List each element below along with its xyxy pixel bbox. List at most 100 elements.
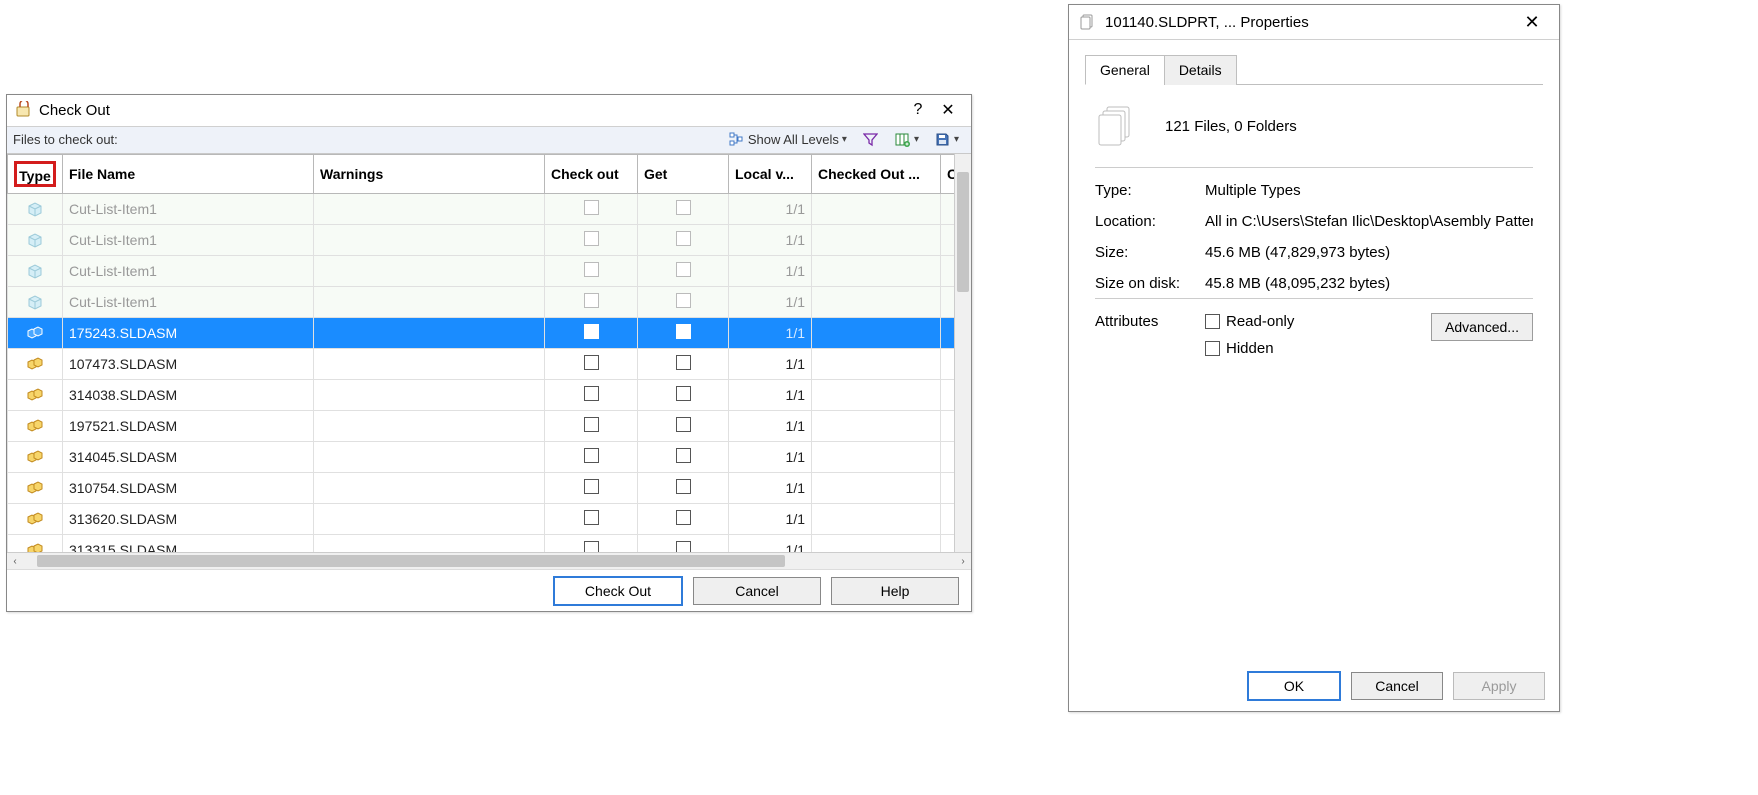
show-all-levels-dropdown[interactable]: Show All Levels ▾ <box>723 130 853 150</box>
get-checkbox[interactable] <box>676 231 691 246</box>
cancel-button[interactable]: Cancel <box>693 577 821 605</box>
close-button[interactable]: ✕ <box>933 96 963 124</box>
readonly-checkbox[interactable] <box>1205 314 1220 329</box>
table-row[interactable]: 313315.SLDASM1/1 <box>8 534 972 552</box>
part-icon <box>25 261 45 281</box>
warnings-cell <box>314 286 545 317</box>
size-on-disk-label: Size on disk: <box>1095 275 1205 292</box>
checkout-checkbox[interactable] <box>584 200 599 215</box>
warnings-cell <box>314 193 545 224</box>
get-checkbox[interactable] <box>676 262 691 277</box>
warnings-cell <box>314 255 545 286</box>
advanced-button[interactable]: Advanced... <box>1431 313 1533 341</box>
checkout-checkbox[interactable] <box>584 417 599 432</box>
help-button[interactable]: ? <box>903 96 933 124</box>
cancel-button[interactable]: Cancel <box>1351 672 1443 700</box>
table-row[interactable]: Cut-List-Item11/1 <box>8 193 972 224</box>
help-button[interactable]: Help <box>831 577 959 605</box>
local-version-cell: 1/1 <box>729 503 812 534</box>
table-row[interactable]: 175243.SLDASM1/1 <box>8 317 972 348</box>
assembly-icon <box>25 385 45 405</box>
table-row[interactable]: 314038.SLDASM1/1 <box>8 379 972 410</box>
table-row[interactable]: Cut-List-Item11/1 <box>8 224 972 255</box>
horizontal-scrollbar[interactable]: ‹ › <box>7 552 971 569</box>
table-row[interactable]: 314045.SLDASM1/1 <box>8 441 972 472</box>
checkout-checkbox[interactable] <box>584 324 599 339</box>
get-checkbox[interactable] <box>676 479 691 494</box>
warnings-cell <box>314 348 545 379</box>
chevron-down-icon: ▾ <box>954 134 959 145</box>
table-row[interactable]: 310754.SLDASM1/1 <box>8 472 972 503</box>
table-row[interactable]: Cut-List-Item11/1 <box>8 255 972 286</box>
tab-details[interactable]: Details <box>1164 55 1237 85</box>
checkout-checkbox[interactable] <box>584 262 599 277</box>
col-checkout-header[interactable]: Check out <box>545 154 638 193</box>
col-checkedoutby-header[interactable]: Checked Out ... <box>812 154 941 193</box>
properties-title: 101140.SLDPRT, ... Properties <box>1105 14 1309 31</box>
scroll-left-button[interactable]: ‹ <box>7 556 23 567</box>
local-version-cell: 1/1 <box>729 255 812 286</box>
warnings-cell <box>314 224 545 255</box>
properties-tabs: General Details <box>1085 54 1543 85</box>
checkout-checkbox[interactable] <box>584 510 599 525</box>
table-row[interactable]: 313620.SLDASM1/1 <box>8 503 972 534</box>
checkout-checkbox[interactable] <box>584 386 599 401</box>
get-checkbox[interactable] <box>676 293 691 308</box>
local-version-cell: 1/1 <box>729 317 812 348</box>
checkout-checkbox[interactable] <box>584 355 599 370</box>
col-filename-header[interactable]: File Name <box>63 154 314 193</box>
checkout-button[interactable]: Check Out <box>553 576 683 606</box>
col-warnings-header[interactable]: Warnings <box>314 154 545 193</box>
scroll-up-button[interactable] <box>955 154 971 170</box>
col-type-header[interactable]: Type <box>8 154 63 193</box>
hscroll-thumb[interactable] <box>37 555 785 567</box>
get-checkbox[interactable] <box>676 510 691 525</box>
local-version-cell: 1/1 <box>729 348 812 379</box>
close-button[interactable]: ✕ <box>1515 7 1549 37</box>
get-checkbox[interactable] <box>676 355 691 370</box>
table-row[interactable]: 197521.SLDASM1/1 <box>8 410 972 441</box>
col-get-header[interactable]: Get <box>638 154 729 193</box>
checkout-checkbox[interactable] <box>584 448 599 463</box>
filter-button[interactable] <box>857 130 885 150</box>
checkout-checkbox[interactable] <box>584 541 599 552</box>
chevron-down-icon: ▾ <box>842 134 847 145</box>
part-icon <box>25 230 45 250</box>
local-version-cell: 1/1 <box>729 224 812 255</box>
scroll-right-button[interactable]: › <box>955 556 971 567</box>
col-localver-header[interactable]: Local v... <box>729 154 812 193</box>
checked-out-by-cell <box>812 503 941 534</box>
checkout-checkbox[interactable] <box>584 479 599 494</box>
table-row[interactable]: Cut-List-Item11/1 <box>8 286 972 317</box>
get-checkbox[interactable] <box>676 417 691 432</box>
checked-out-by-cell <box>812 379 941 410</box>
chevron-down-icon: ▾ <box>914 134 919 145</box>
checkout-checkbox[interactable] <box>584 231 599 246</box>
tab-general[interactable]: General <box>1085 55 1165 85</box>
get-checkbox[interactable] <box>676 200 691 215</box>
file-name-cell: 197521.SLDASM <box>63 410 314 441</box>
file-name-cell: 313315.SLDASM <box>63 534 314 552</box>
vertical-scrollbar[interactable] <box>954 154 971 552</box>
checkout-checkbox[interactable] <box>584 293 599 308</box>
properties-body: General Details 121 Files, 0 Folders Typ… <box>1069 40 1559 661</box>
ok-button[interactable]: OK <box>1247 671 1341 701</box>
properties-footer: OK Cancel Apply <box>1069 661 1559 711</box>
warnings-cell <box>314 441 545 472</box>
hidden-checkbox[interactable] <box>1205 341 1220 356</box>
apply-button[interactable]: Apply <box>1453 672 1545 700</box>
scroll-thumb[interactable] <box>957 172 969 292</box>
save-dropdown[interactable]: ▾ <box>929 130 965 150</box>
get-checkbox[interactable] <box>676 386 691 401</box>
multi-file-icon <box>1095 103 1141 149</box>
checked-out-by-cell <box>812 255 941 286</box>
get-checkbox[interactable] <box>676 324 691 339</box>
table-row[interactable]: 107473.SLDASM1/1 <box>8 348 972 379</box>
local-version-cell: 1/1 <box>729 472 812 503</box>
get-checkbox[interactable] <box>676 541 691 552</box>
get-checkbox[interactable] <box>676 448 691 463</box>
columns-dropdown[interactable]: ▾ <box>889 130 925 150</box>
file-name-cell: 314045.SLDASM <box>63 441 314 472</box>
file-grid: Type File Name Warnings Check out Get Lo… <box>7 154 971 552</box>
assembly-icon <box>25 354 45 374</box>
